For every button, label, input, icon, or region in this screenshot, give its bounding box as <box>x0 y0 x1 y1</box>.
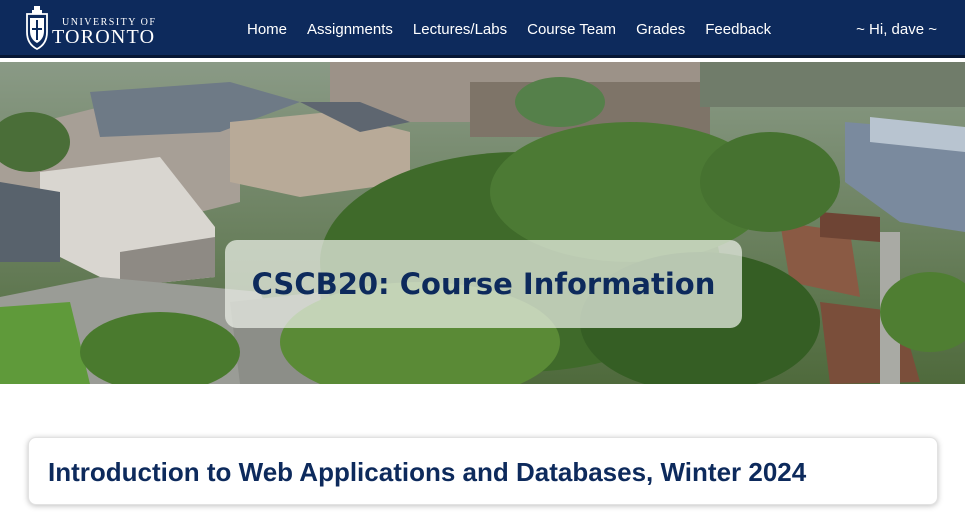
course-full-title: Introduction to Web Applications and Dat… <box>48 457 807 487</box>
nav-grades[interactable]: Grades <box>636 21 685 38</box>
uoft-logo[interactable]: UNIVERSITY OF TORONTO <box>22 4 167 52</box>
hero-banner: CSCB20: Course Information <box>0 62 965 384</box>
campus-aerial-image <box>0 62 965 384</box>
hero-title: CSCB20: Course Information <box>251 267 716 301</box>
nav-feedback[interactable]: Feedback <box>705 21 771 38</box>
nav-home[interactable]: Home <box>247 21 287 38</box>
navbar-divider <box>0 55 965 58</box>
crest-icon <box>26 6 48 50</box>
logo-toronto: TORONTO <box>52 26 156 48</box>
course-info-card: Introduction to Web Applications and Dat… <box>28 437 938 505</box>
nav-lectures-labs[interactable]: Lectures/Labs <box>413 21 507 38</box>
hero-title-box: CSCB20: Course Information <box>225 240 742 328</box>
user-greeting[interactable]: ~ Hi, dave ~ <box>856 0 937 58</box>
top-navbar: UNIVERSITY OF TORONTO Home Assignments L… <box>0 0 965 58</box>
nav-course-team[interactable]: Course Team <box>527 21 616 38</box>
nav-assignments[interactable]: Assignments <box>307 21 393 38</box>
main-nav: Home Assignments Lectures/Labs Course Te… <box>237 0 781 58</box>
